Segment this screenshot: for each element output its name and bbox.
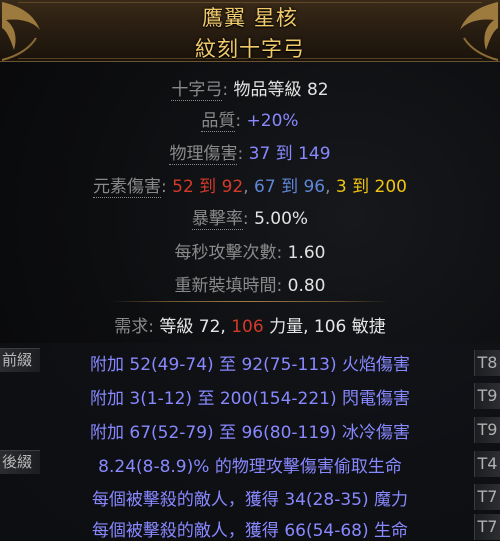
- quality-value: +20%: [246, 111, 299, 131]
- modifier-line: 每個被擊殺的敵人，獲得 34(28-35) 魔力: [91, 490, 409, 510]
- cold-damage-value: 67 到 96: [254, 177, 326, 197]
- required-str-value: 106: [231, 317, 264, 337]
- item-class-row: 十字弓: 物品等級 82: [171, 80, 329, 101]
- separator: [110, 301, 390, 302]
- quality-label: 品質: [201, 111, 236, 132]
- physical-damage-row: 物理傷害: 37 到 149: [169, 144, 331, 165]
- crit-value: 5.00%: [254, 209, 309, 229]
- item-class-label: 十字弓: [171, 80, 223, 101]
- aps-value: 1.60: [287, 243, 326, 263]
- required-str-label: 力量: [269, 317, 304, 337]
- elemental-damage-label: 元素傷害: [93, 177, 161, 198]
- modifier-line: 8.24(8-8.9)% 的物理攻擊傷害偷取生命: [98, 457, 402, 477]
- physical-damage-value: 37 到 149: [248, 144, 331, 164]
- elemental-damage-row: 元素傷害: 52 到 92, 67 到 96, 3 到 200: [93, 177, 407, 198]
- modifier-line: 附加 52(49-74) 至 92(75-113) 火焰傷害: [89, 355, 411, 375]
- requirements-label: 需求: [114, 317, 149, 337]
- item-level: 物品等級 82: [233, 80, 329, 100]
- modifier-tier: T9: [474, 383, 500, 409]
- lightning-damage-value: 3 到 200: [335, 177, 407, 197]
- modifier-tier: T7: [474, 484, 500, 510]
- physical-damage-label: 物理傷害: [169, 144, 238, 165]
- item-base-type: 紋刻十字弓: [195, 37, 305, 61]
- required-level: 等級 72: [159, 317, 221, 337]
- requirements-row: 需求: 等級 72, 106 力量, 106 敏捷: [114, 317, 386, 337]
- modifier-tier: T9: [474, 417, 500, 443]
- item-tooltip: 鷹翼 星核 紋刻十字弓 十字弓: 物品等級 82 品質: +20% 物理傷害: …: [0, 0, 500, 541]
- quality-row: 品質: +20%: [201, 111, 299, 132]
- reload-row: 重新裝填時間: 0.80: [174, 276, 326, 296]
- aps-label: 每秒攻擊次數: [174, 243, 277, 263]
- item-name: 鷹翼 星核: [202, 6, 298, 30]
- fire-damage-value: 52 到 92: [172, 177, 244, 197]
- crit-label: 暴擊率: [191, 209, 243, 230]
- modifier-line: 附加 3(1-12) 至 200(154-221) 閃電傷害: [89, 389, 411, 409]
- aps-row: 每秒攻擊次數: 1.60: [174, 243, 326, 263]
- modifier-tier: T4: [474, 451, 500, 477]
- item-header: 鷹翼 星核 紋刻十字弓: [0, 0, 500, 62]
- modifier-line: 附加 67(52-79) 至 96(80-119) 冰冷傷害: [89, 423, 411, 443]
- crit-row: 暴擊率: 5.00%: [191, 209, 309, 230]
- reload-value: 0.80: [287, 276, 326, 296]
- modifier-tier: T7: [474, 514, 500, 540]
- required-dex: 106 敏捷: [313, 317, 386, 337]
- modifier-line: 每個被擊殺的敵人，獲得 66(54-68) 生命: [91, 521, 409, 541]
- reload-label: 重新裝填時間: [174, 276, 277, 296]
- modifier-tier: T8: [474, 350, 500, 376]
